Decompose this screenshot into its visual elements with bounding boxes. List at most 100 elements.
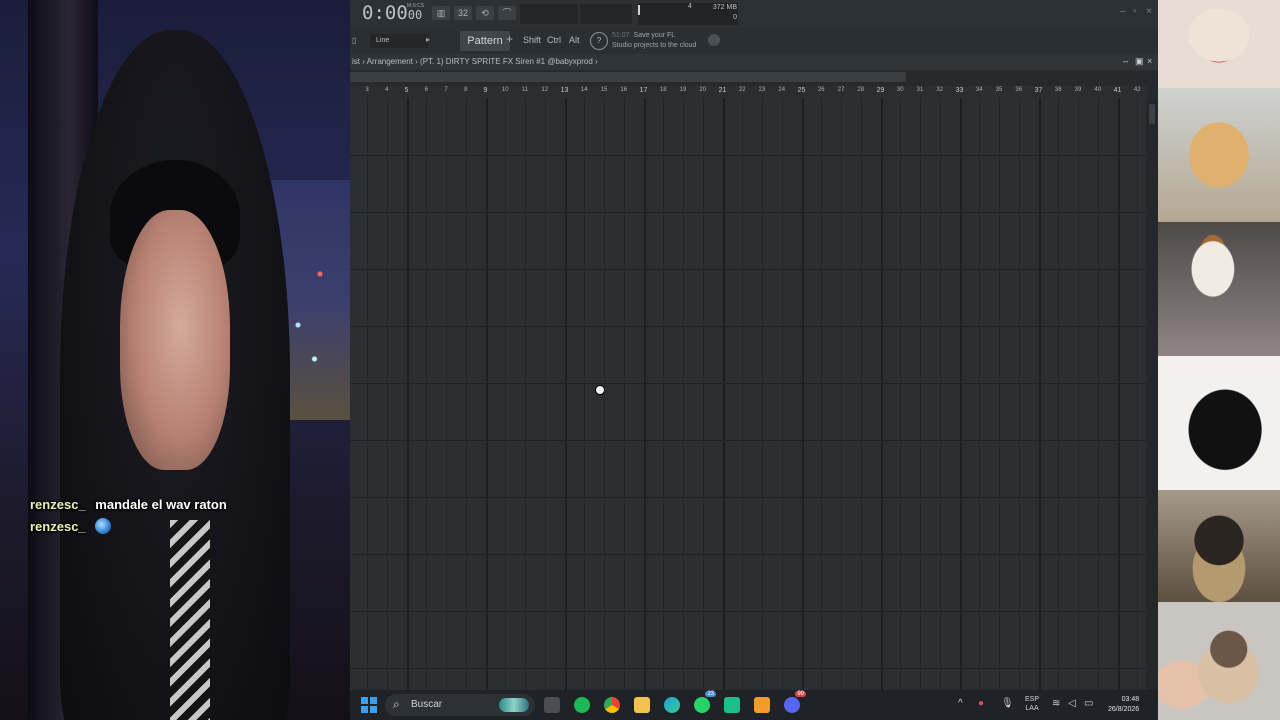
playlist-title-bar: ist › Arrangement › (PT. 1) DIRTY SPRITE… xyxy=(350,54,1158,70)
vertical-scrollbar[interactable] xyxy=(1146,98,1158,690)
grid-bar-line xyxy=(544,98,546,690)
arrow-icon[interactable]: ▸ xyxy=(426,35,430,44)
dog-image-jack-russell xyxy=(1158,222,1280,356)
discord-icon[interactable]: 99 xyxy=(784,691,806,713)
language-indicator[interactable]: ESP LAA xyxy=(1025,695,1039,713)
close-icon[interactable]: × xyxy=(1147,56,1152,66)
hint-bar: 51:07 Save your FL Studio projects to the… xyxy=(612,31,696,51)
grid-bar-line xyxy=(643,98,646,690)
grid-bar-line xyxy=(623,98,625,690)
wifi-icon[interactable]: ≋ xyxy=(1052,698,1060,709)
grid-bar-line xyxy=(781,98,783,690)
horizontal-scrollbar[interactable] xyxy=(350,72,906,82)
ruler-label: 29 xyxy=(876,87,885,94)
polyphony-value: 0 xyxy=(733,14,737,21)
system-clock[interactable]: 03:48 26/8/2026 xyxy=(1108,695,1139,715)
battery-icon[interactable]: ▭ xyxy=(1084,698,1093,709)
grid-bar-line xyxy=(525,98,526,690)
grid-bar-line xyxy=(683,98,684,690)
cpu-value: 4 xyxy=(688,3,692,10)
ruler-label: 26 xyxy=(817,87,825,93)
dog-image-chihuahua-sitting xyxy=(1158,490,1280,602)
minimize-icon[interactable]: – xyxy=(1120,6,1126,17)
ruler-label: 6 xyxy=(424,87,428,93)
ruler-label: 17 xyxy=(639,87,648,94)
grid-track-line xyxy=(350,554,1146,555)
wait-input-icon[interactable]: ⌒ xyxy=(498,6,516,20)
task-view-icon[interactable] xyxy=(544,697,560,713)
dog-image-golden-puppy xyxy=(1158,88,1280,222)
tool-icon[interactable]: ▯ xyxy=(352,36,356,45)
discord-badge: 99 xyxy=(795,691,806,697)
breadcrumb[interactable]: ist › Arrangement › (PT. 1) DIRTY SPRITE… xyxy=(352,57,598,66)
ruler-label: 7 xyxy=(444,87,448,93)
show-hidden-icons-icon[interactable]: ^ xyxy=(958,698,963,709)
hint-info-icon[interactable] xyxy=(708,34,720,46)
ruler-label: 24 xyxy=(778,87,786,93)
grid-bar-line xyxy=(762,98,763,690)
recording-slot xyxy=(520,4,578,24)
ruler-label: 35 xyxy=(995,87,1003,93)
ruler-label: 10 xyxy=(501,87,509,93)
fl-studio-icon[interactable] xyxy=(754,697,770,713)
ruler-label: 21 xyxy=(718,87,727,94)
grid-bar-line xyxy=(367,98,368,690)
grid-bar-line xyxy=(920,98,921,690)
ruler-label: 16 xyxy=(620,87,628,93)
ruler-label: 33 xyxy=(955,87,964,94)
grid-track-line xyxy=(350,497,1146,498)
close-icon[interactable]: × xyxy=(1146,6,1152,17)
start-button[interactable] xyxy=(361,697,377,713)
restore-icon[interactable]: ▣ xyxy=(1135,56,1144,67)
chat-overlay: renzesc_ mandale el wav raton renzesc_ xyxy=(30,496,227,540)
file-explorer-icon[interactable] xyxy=(634,697,650,713)
time-mode-label[interactable]: M:S:CS xyxy=(407,3,424,9)
edge-icon[interactable] xyxy=(664,697,680,713)
grid-bar-line xyxy=(426,98,428,690)
scroll-thumb[interactable] xyxy=(1149,104,1155,124)
grid-bar-line xyxy=(841,98,842,690)
alt-button[interactable]: Alt xyxy=(569,35,580,45)
grid-track-line xyxy=(350,155,1146,156)
ruler-label: 27 xyxy=(837,87,845,93)
volume-icon[interactable]: ◁ xyxy=(1068,698,1076,709)
ruler-label: 39 xyxy=(1074,87,1082,93)
minimize-icon[interactable]: – xyxy=(1123,56,1128,66)
streamer-face xyxy=(120,210,230,470)
grid-bar-line xyxy=(979,98,981,690)
chrome-icon[interactable] xyxy=(604,697,620,713)
maximize-icon[interactable]: ▫ xyxy=(1133,6,1137,17)
taskbar-search[interactable]: ⌕ Buscar xyxy=(385,694,535,716)
search-label: Buscar xyxy=(411,699,443,710)
playlist-grid[interactable] xyxy=(350,98,1146,690)
grid-bar-line xyxy=(702,98,704,690)
ruler-label: 11 xyxy=(521,87,529,93)
metronome-icon[interactable]: ⟲ xyxy=(476,6,494,20)
capcut-icon[interactable] xyxy=(724,697,740,713)
ctrl-button[interactable]: Ctrl xyxy=(547,35,561,45)
grid-bar-line xyxy=(801,98,804,690)
pattern-selector[interactable]: Pattern 1 xyxy=(460,31,510,67)
grid-bar-line xyxy=(386,98,388,690)
ruler-label: 5 xyxy=(404,87,409,94)
ruler-label: 19 xyxy=(679,87,687,93)
whatsapp-icon[interactable]: 23 xyxy=(694,691,716,713)
spotify-icon[interactable] xyxy=(574,697,590,713)
microphone-icon[interactable]: 🎙 xyxy=(1001,698,1014,709)
app-tray-icon[interactable]: ● xyxy=(978,698,984,709)
ruler-label: 18 xyxy=(659,87,667,93)
ruler-label: 23 xyxy=(758,87,766,93)
step-edit-icon[interactable]: 32 xyxy=(454,6,472,20)
hint-time: 51:07 xyxy=(612,32,630,39)
time-sub: 00 xyxy=(407,8,423,22)
memory-readout: 372 MB 0 xyxy=(705,3,737,23)
grid-bar-line xyxy=(446,98,447,690)
grid-bar-line xyxy=(604,98,605,690)
typing-keyboard-icon[interactable]: ▥ xyxy=(432,6,450,20)
dog-image-chihuahua-heart xyxy=(1158,0,1280,88)
snap-select[interactable]: Line xyxy=(370,34,428,48)
grid-bar-line xyxy=(1097,98,1099,690)
cloud-icon[interactable]: ? xyxy=(590,32,608,50)
add-pattern-icon[interactable]: + xyxy=(506,32,513,46)
shift-button[interactable]: Shift xyxy=(523,35,541,45)
